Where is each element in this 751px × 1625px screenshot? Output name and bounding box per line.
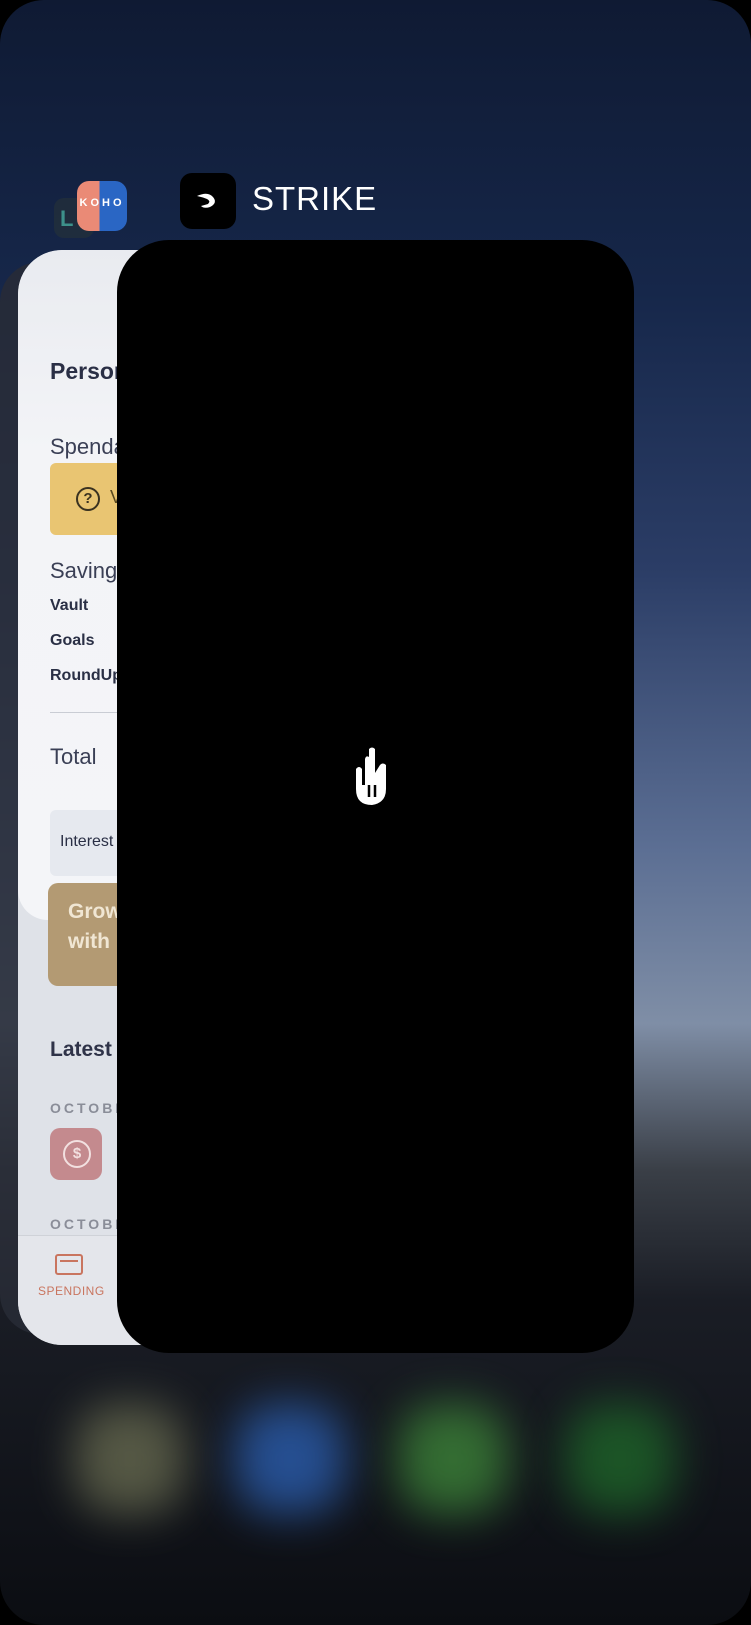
roundup-label: RoundUp bbox=[50, 667, 122, 684]
strike-app-icon bbox=[180, 173, 236, 229]
personal-heading: Persor bbox=[50, 358, 123, 384]
dollar-refresh-icon: $ bbox=[63, 1140, 91, 1168]
strike-app-title: STRIKE bbox=[252, 180, 378, 217]
strike-hand-icon bbox=[356, 747, 386, 805]
koho-icon-text: KOHO bbox=[79, 197, 125, 209]
spendable-label: Spenda bbox=[50, 434, 126, 459]
date-header: OCTOBE bbox=[50, 1100, 128, 1116]
blurred-dock bbox=[0, 1380, 751, 1540]
dock-app-icon[interactable] bbox=[565, 1404, 675, 1514]
koho-app-icon: KOHO bbox=[77, 181, 127, 231]
vault-label: Vault bbox=[50, 597, 89, 614]
app-switcher-screen: Persor Spenda ? V Savings Vault Goals Ro… bbox=[0, 0, 751, 1625]
question-icon: ? bbox=[76, 487, 100, 511]
date-header: OCTOBE bbox=[50, 1216, 128, 1232]
transaction-icon: $ bbox=[50, 1128, 102, 1180]
tab-spending[interactable]: SPENDING bbox=[38, 1284, 105, 1298]
dock-app-icon[interactable] bbox=[75, 1404, 185, 1514]
strike-logo-icon bbox=[197, 193, 215, 208]
strike-app-card[interactable] bbox=[117, 240, 634, 1353]
latest-heading: Latest bbox=[50, 1038, 112, 1061]
total-label: Total bbox=[50, 744, 97, 769]
dock-app-icon[interactable] bbox=[398, 1404, 508, 1514]
interest-label: Interest bbox=[60, 833, 114, 850]
dock-app-icon[interactable] bbox=[235, 1404, 345, 1514]
card-icon bbox=[55, 1254, 83, 1275]
grow-banner-text: Grow with bbox=[68, 900, 122, 953]
goals-label: Goals bbox=[50, 632, 95, 649]
